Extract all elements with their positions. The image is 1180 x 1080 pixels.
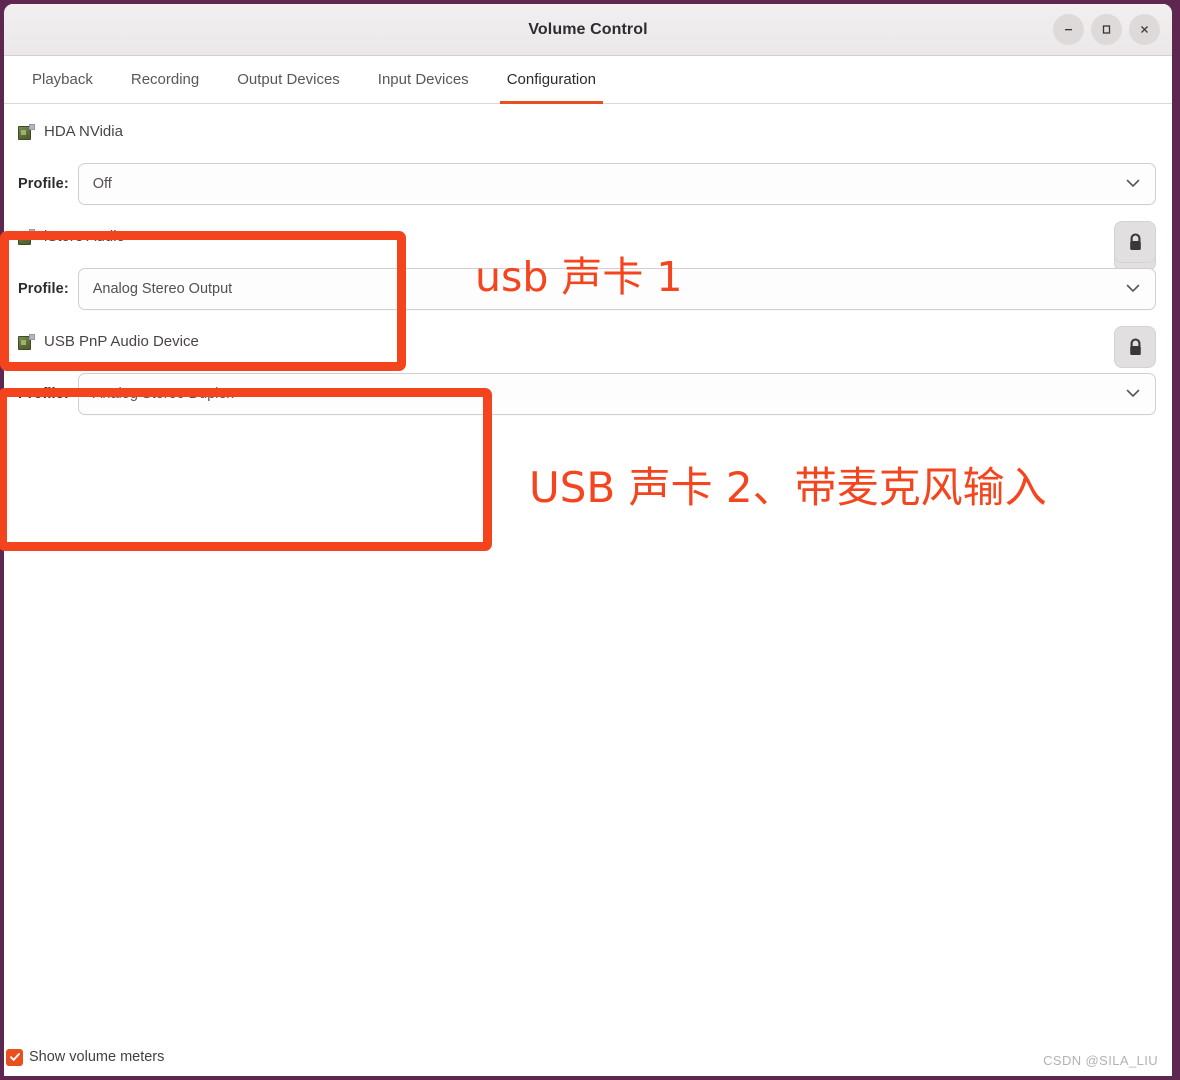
- sound-card-icon: [18, 228, 35, 245]
- profile-value: Analog Stereo Duplex: [92, 386, 234, 402]
- tab-label: Recording: [130, 71, 200, 88]
- lock-button-usb-pnp-audio-device[interactable]: [1114, 326, 1156, 368]
- show-volume-meters-checkbox[interactable]: [6, 1048, 23, 1066]
- profile-select-hda-nvidia[interactable]: Off: [77, 163, 1156, 205]
- profile-value: Off: [92, 176, 112, 192]
- device-header: USB PnP Audio Device: [14, 314, 1156, 369]
- annotation-label-usb-1: usb 声卡 1: [475, 253, 683, 301]
- sound-card-icon: [18, 333, 35, 350]
- device-profile-row: Profile: Off: [14, 159, 1156, 209]
- chevron-down-icon: [1126, 176, 1140, 192]
- profile-label: Profile:: [18, 386, 69, 402]
- device-name: USB PnP Audio Device: [44, 333, 199, 350]
- tab-label: Configuration: [506, 71, 596, 88]
- lock-button-istore-audio[interactable]: [1114, 221, 1156, 263]
- window-title: Volume Control: [528, 21, 648, 38]
- device-card-hda-nvidia: HDA NVidia Profile: Off: [4, 104, 1172, 271]
- device-header: HDA NVidia: [14, 104, 1156, 159]
- tab-input-devices[interactable]: Input Devices: [359, 56, 488, 103]
- title-bar[interactable]: Volume Control: [4, 4, 1172, 56]
- profile-value: Analog Stereo Output: [92, 281, 233, 297]
- device-name: iStore Audio: [44, 228, 125, 245]
- window-controls: [1053, 14, 1160, 45]
- device-profile-row: Profile: Analog Stereo Duplex: [14, 369, 1156, 419]
- tab-bar: Playback Recording Output Devices Input …: [4, 56, 1172, 104]
- tab-recording[interactable]: Recording: [112, 56, 218, 103]
- tab-label: Input Devices: [377, 71, 469, 88]
- show-volume-meters-label: Show volume meters: [29, 1049, 165, 1065]
- profile-label: Profile:: [18, 281, 69, 297]
- chevron-down-icon: [1126, 281, 1140, 297]
- tab-label: Output Devices: [237, 71, 340, 88]
- tab-label: Playback: [32, 71, 93, 88]
- close-button[interactable]: [1129, 14, 1160, 45]
- chevron-down-icon: [1126, 386, 1140, 402]
- sound-card-icon: [18, 123, 35, 140]
- bottom-bar: Show volume meters CSDN @SILA_LIU: [4, 1038, 1172, 1076]
- volume-control-window: Volume Control Playback Recording Output…: [4, 4, 1172, 1076]
- minimize-button[interactable]: [1053, 14, 1084, 45]
- profile-select-usb-pnp-audio-device[interactable]: Analog Stereo Duplex: [77, 373, 1156, 415]
- watermark: CSDN @SILA_LIU: [1043, 1053, 1158, 1068]
- tab-configuration[interactable]: Configuration: [488, 56, 615, 104]
- tab-playback[interactable]: Playback: [13, 56, 112, 103]
- maximize-button[interactable]: [1091, 14, 1122, 45]
- profile-label: Profile:: [18, 176, 69, 192]
- device-card-usb-pnp-audio-device: USB PnP Audio Device Profile: Analog Ste…: [4, 314, 1172, 419]
- tab-output-devices[interactable]: Output Devices: [218, 56, 359, 103]
- device-name: HDA NVidia: [44, 123, 123, 140]
- annotation-label-usb-2: USB 声卡 2、带麦克风输入: [529, 463, 1047, 512]
